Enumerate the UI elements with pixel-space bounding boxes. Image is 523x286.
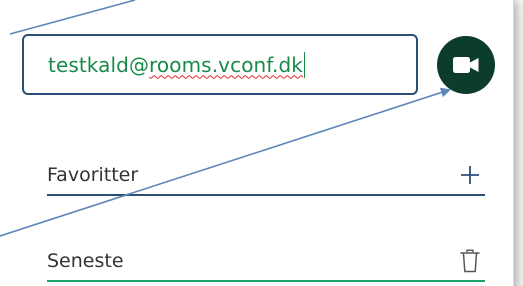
address-value: testkald@rooms.vconf.dk (48, 53, 303, 77)
address-input[interactable]: testkald@rooms.vconf.dk (22, 34, 418, 95)
plus-icon (461, 166, 479, 184)
recent-section-header: Seneste (47, 242, 485, 282)
favorites-label: Favoritter (47, 164, 139, 186)
call-panel: testkald@rooms.vconf.dk Favoritter Senes… (0, 0, 514, 286)
add-favorite-button[interactable] (457, 162, 483, 188)
screenshot-stage: testkald@rooms.vconf.dk Favoritter Senes… (0, 0, 523, 286)
text-caret (303, 51, 305, 78)
address-value-prefix: testkald@ (48, 52, 150, 77)
clear-recent-button[interactable] (457, 248, 483, 274)
recent-label: Seneste (47, 250, 124, 272)
trash-icon (460, 249, 480, 273)
video-camera-icon (453, 57, 479, 73)
video-call-button[interactable] (437, 36, 495, 94)
favorites-section-header: Favoritter (47, 156, 485, 196)
address-value-domain: rooms.vconf.dk (149, 52, 303, 77)
